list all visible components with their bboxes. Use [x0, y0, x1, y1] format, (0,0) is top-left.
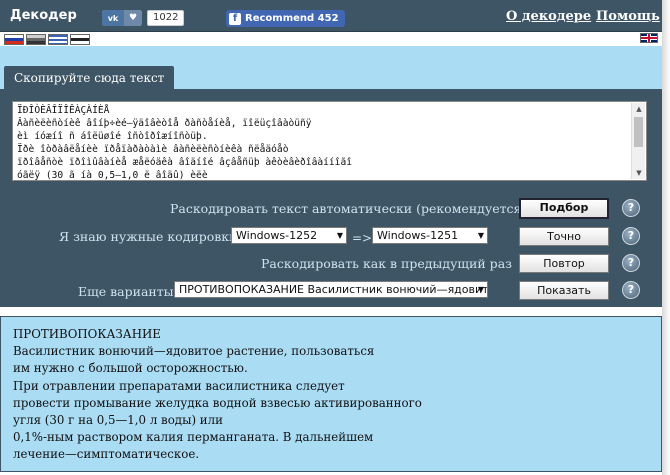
input-line: èì íóæíî ñ áîëüøîé îñòîðîæíîñòüþ. [17, 131, 208, 143]
input-line: Ïðè îòðàâëåíèè ïðåïàðàòàìè âàñèëèñòíèêà … [17, 144, 289, 156]
chevron-down-icon: ▼ [336, 231, 343, 240]
page-shadow [662, 0, 670, 475]
repeat-decode-label: Раскодировать как в предыдущий раз [261, 256, 512, 271]
nav-link-about[interactable]: О декодере [506, 9, 591, 24]
flag-russia-icon[interactable] [4, 34, 24, 45]
input-line: ïðîâåñòè ïðîìûâàíèå æåëóäêà âîäíîé âçâåñ… [17, 157, 353, 169]
auto-decode-label: Раскодировать текст автоматически (реком… [170, 201, 527, 216]
source-encoding-select[interactable]: Windows-1252 ▼ [231, 227, 347, 244]
repeat-button[interactable]: Повтор [519, 254, 609, 273]
language-flags [0, 32, 666, 46]
result-line: ПРОТИВОПОКАЗАНИЕ [13, 327, 161, 341]
flag-uk-icon[interactable] [640, 33, 658, 43]
result-line: угля (30 г на 0,5—1,0 л воды) или [13, 413, 224, 428]
input-line: ÏÐÎÒÈÂÎÏÎÊÀÇÀÍÈÅ [17, 105, 110, 116]
result-line: лечение—симптоматическое. [13, 447, 200, 462]
chevron-down-icon: ▼ [477, 231, 484, 240]
vk-like-button[interactable]: vk ♥ [102, 10, 142, 26]
variants-select[interactable]: ПРОТИВОПОКАЗАНИЕ Василистник вонючий—ядо… [174, 281, 488, 298]
flag-greece-icon[interactable] [48, 34, 68, 45]
scroll-up-icon[interactable]: ▲ [632, 103, 646, 115]
target-encoding-value: Windows-1251 [377, 229, 459, 242]
known-encodings-label: Я знаю нужные кодировки [59, 229, 238, 244]
decoder-page: Декодер vk ♥ 1022 f Recommend 452 О деко… [0, 0, 670, 475]
help-icon[interactable]: ? [622, 281, 640, 299]
result-line: 0,1%-ным раствором калия перманганата. В… [13, 430, 374, 445]
heart-icon: ♥ [124, 10, 142, 26]
source-text-input[interactable]: ÏÐÎÒÈÂÎÏÎÊÀÇÀÍÈÅ Âàñèëèñòíèê âîíþ÷èé—ÿäîâ… [12, 101, 647, 181]
encoding-arrow: => [352, 231, 373, 245]
target-encoding-select[interactable]: Windows-1251 ▼ [372, 227, 488, 244]
facebook-recommend-button[interactable]: f Recommend 452 [226, 10, 345, 27]
more-variants-label: Еще варианты [78, 284, 174, 299]
exact-button[interactable]: Точно [519, 227, 609, 246]
result-line: провести промывание желудка водной взвес… [13, 395, 422, 410]
vk-icon: vk [102, 10, 124, 26]
help-icon[interactable]: ? [622, 227, 640, 245]
flag-estonia-icon[interactable] [70, 34, 90, 45]
vk-like-count: 1022 [147, 10, 185, 26]
tab-paste-text[interactable]: Скопируйте сюда текст [4, 66, 175, 90]
decoded-result: ПРОТИВОПОКАЗАНИЕ Василистник вонючий—ядо… [0, 316, 662, 472]
chevron-down-icon: ▼ [477, 285, 484, 294]
auto-select-button[interactable]: Подбор [519, 198, 609, 219]
input-line: óãëÿ (30 ã íà 0,5—1,0 ë âîäû) èëè [17, 170, 208, 181]
textarea-scrollbar[interactable]: ▲ ▼ [631, 103, 645, 179]
source-encoding-value: Windows-1252 [236, 229, 318, 242]
facebook-recommend-label: Recommend 452 [245, 13, 339, 24]
scroll-down-icon[interactable]: ▼ [632, 167, 646, 179]
variants-select-value: ПРОТИВОПОКАЗАНИЕ Василистник вонючий—ядо… [179, 283, 488, 296]
header-bar: Декодер vk ♥ 1022 f Recommend 452 О деко… [0, 0, 666, 32]
show-button[interactable]: Показать [519, 281, 609, 300]
result-line: им нужно с большой осторожностью. [13, 361, 248, 376]
help-icon[interactable]: ? [622, 199, 640, 217]
input-line: Âàñèëèñòíèê âîíþ÷èé—ÿäîâèòîå ðàñòåíèå, ï… [17, 118, 312, 130]
nav-link-help[interactable]: Помощь [596, 9, 660, 24]
facebook-icon: f [229, 12, 241, 25]
result-line: При отравлении препаратами василистника … [13, 378, 345, 393]
scroll-thumb[interactable] [634, 117, 643, 147]
site-logo[interactable]: Декодер [10, 8, 77, 23]
help-icon[interactable]: ? [622, 254, 640, 272]
result-line: Василистник вонючий—ядовитое растение, п… [13, 344, 375, 359]
flag-icon[interactable] [26, 34, 46, 45]
